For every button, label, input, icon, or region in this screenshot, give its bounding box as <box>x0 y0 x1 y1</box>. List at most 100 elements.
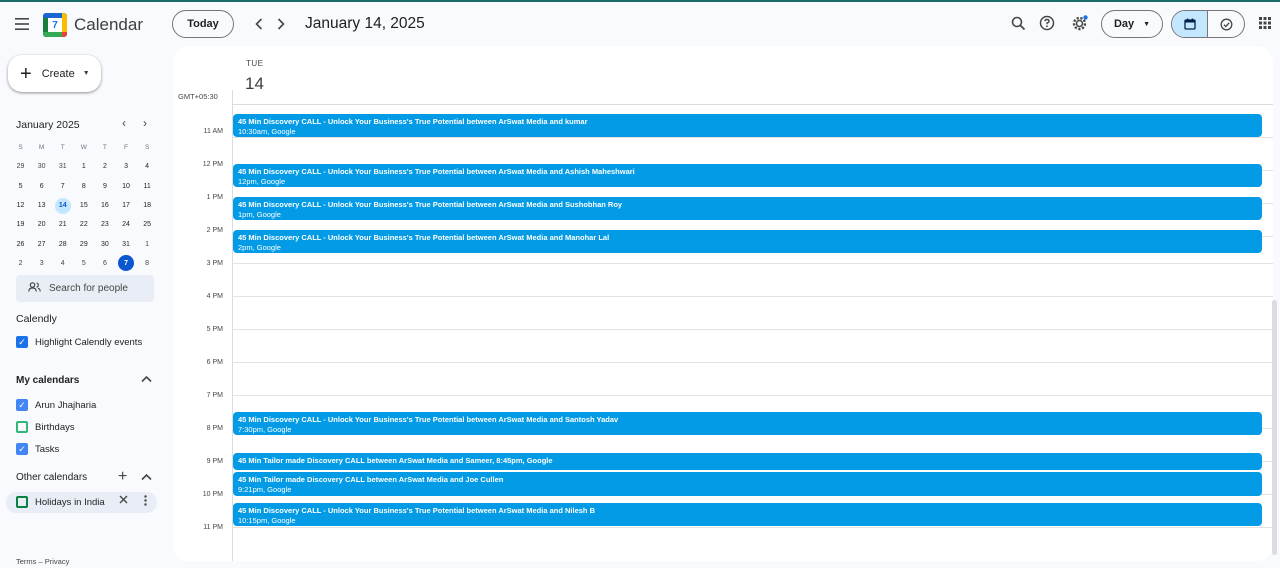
calendar-event[interactable]: 45 Min Discovery CALL - Unlock Your Busi… <box>233 503 1262 526</box>
hour-label: 11 AM <box>203 128 223 135</box>
calendar-view-icon[interactable] <box>1172 11 1209 37</box>
view-label: Day <box>1113 18 1135 30</box>
calendar-item[interactable]: Holidays in India <box>16 496 105 508</box>
calendly-highlight-toggle[interactable]: ✓ Highlight Calendly events <box>16 336 142 348</box>
day-number[interactable]: 14 <box>245 74 264 94</box>
mini-day[interactable]: 3 <box>115 159 136 175</box>
chevron-up-icon[interactable] <box>141 374 152 386</box>
chevron-right-icon[interactable] <box>272 12 290 36</box>
mini-day[interactable]: 1 <box>137 236 158 252</box>
mini-day[interactable]: 15 <box>73 198 94 214</box>
other-calendars-title[interactable]: Other calendars <box>16 472 87 483</box>
mini-day[interactable]: 16 <box>94 198 115 214</box>
settings-icon[interactable] <box>1068 12 1090 34</box>
hour-gridline <box>232 395 1273 396</box>
search-icon[interactable] <box>1007 12 1029 34</box>
mini-day[interactable]: 30 <box>31 159 52 175</box>
mini-day[interactable]: 23 <box>94 217 115 233</box>
more-vert-icon[interactable] <box>144 495 147 509</box>
mini-day[interactable]: 21 <box>52 217 73 233</box>
mini-day[interactable]: 29 <box>10 159 31 175</box>
mini-day[interactable]: 2 <box>94 159 115 175</box>
mini-day[interactable]: 3 <box>31 255 52 271</box>
mini-day[interactable]: 2 <box>10 255 31 271</box>
mini-day[interactable]: 19 <box>10 217 31 233</box>
mini-day[interactable]: 20 <box>31 217 52 233</box>
calendar-event[interactable]: 45 Min Discovery CALL - Unlock Your Busi… <box>233 230 1262 253</box>
search-people-input[interactable]: Search for people <box>16 275 154 302</box>
plus-icon: + <box>20 62 32 85</box>
calendar-item[interactable]: ✓ Tasks <box>16 443 59 455</box>
mini-day[interactable]: 4 <box>52 255 73 271</box>
mini-day[interactable]: 13 <box>31 198 52 214</box>
mini-day[interactable]: 27 <box>31 236 52 252</box>
mini-day[interactable]: 25 <box>137 217 158 233</box>
mini-day[interactable]: 31 <box>115 236 136 252</box>
mini-next-icon[interactable]: › <box>143 116 147 130</box>
mini-day[interactable]: 5 <box>10 178 31 194</box>
mini-day[interactable]: 1 <box>73 159 94 175</box>
mini-day[interactable]: 12 <box>10 198 31 214</box>
calendar-item[interactable]: Birthdays <box>16 421 75 433</box>
mini-day[interactable]: 22 <box>73 217 94 233</box>
footer-links[interactable]: Terms – Privacy <box>16 557 69 566</box>
mini-day[interactable]: 30 <box>94 236 115 252</box>
calendar-event[interactable]: 45 Min Discovery CALL - Unlock Your Busi… <box>233 197 1262 220</box>
calendar-event[interactable]: 45 Min Tailor made Discovery CALL betwee… <box>233 453 1262 470</box>
event-time: 9:21pm, Google <box>238 485 292 494</box>
calendly-highlight-label: Highlight Calendly events <box>35 336 143 348</box>
help-icon[interactable] <box>1036 12 1058 34</box>
mini-day[interactable]: 28 <box>52 236 73 252</box>
mini-day[interactable]: 7 <box>52 178 73 194</box>
mini-day[interactable]: 8 <box>137 255 158 271</box>
mini-calendar-week: 2 3 4 5 6 7 8 <box>10 254 158 273</box>
chevron-up-icon[interactable] <box>141 472 152 484</box>
mini-day[interactable]: 29 <box>73 236 94 252</box>
calendar-event[interactable]: 45 Min Discovery CALL - Unlock Your Busi… <box>233 114 1262 137</box>
close-icon[interactable] <box>119 495 128 507</box>
mini-day[interactable]: 6 <box>94 255 115 271</box>
mini-day[interactable]: 10 <box>115 178 136 194</box>
mini-day[interactable]: 4 <box>137 159 158 175</box>
mini-day[interactable]: 5 <box>73 255 94 271</box>
event-time: 2pm, Google <box>238 243 281 252</box>
mini-day[interactable]: 11 <box>137 178 158 194</box>
my-calendars-title[interactable]: My calendars <box>16 375 79 386</box>
create-button[interactable]: + Create ▼ <box>8 55 101 92</box>
event-time: 10:15pm, Google <box>238 516 296 525</box>
calendar-event[interactable]: 45 Min Discovery CALL - Unlock Your Busi… <box>233 412 1262 435</box>
hour-label: 7 PM <box>206 392 223 399</box>
scrollbar[interactable] <box>1272 300 1277 555</box>
weekday-label: T <box>60 144 65 152</box>
hour-label: 8 PM <box>206 425 223 432</box>
mini-day-selected[interactable]: 14 <box>54 197 71 214</box>
today-button[interactable]: Today <box>172 10 234 38</box>
people-icon <box>28 282 41 295</box>
mini-prev-icon[interactable]: ‹ <box>122 116 126 130</box>
calendar-logo-icon[interactable]: 7 <box>43 13 67 37</box>
event-time: 1pm, Google <box>238 210 281 219</box>
apps-grid-icon[interactable] <box>1254 12 1276 34</box>
header-divider <box>232 104 1273 105</box>
mini-day[interactable]: 31 <box>52 159 73 175</box>
mini-day-today[interactable]: 7 <box>118 255 135 272</box>
view-switcher[interactable]: Day ▼ <box>1101 10 1163 38</box>
plus-icon[interactable]: + <box>118 468 127 486</box>
mini-day[interactable]: 26 <box>10 236 31 252</box>
chevron-left-icon[interactable] <box>250 12 268 36</box>
day-view: TUE 14 GMT+05:30 11 AM 12 PM 1 PM 2 PM 3… <box>173 46 1273 561</box>
mini-day[interactable]: 18 <box>137 198 158 214</box>
current-date-title: January 14, 2025 <box>305 15 425 32</box>
event-title: 45 Min Discovery CALL - Unlock Your Busi… <box>238 167 635 176</box>
calendar-event[interactable]: 45 Min Discovery CALL - Unlock Your Busi… <box>233 164 1262 187</box>
mini-day[interactable]: 24 <box>115 217 136 233</box>
calendar-event[interactable]: 45 Min Tailor made Discovery CALL betwee… <box>233 472 1262 496</box>
tasks-view-icon[interactable] <box>1208 11 1244 37</box>
hour-gridline <box>232 137 1273 138</box>
mini-day[interactable]: 9 <box>94 178 115 194</box>
mini-day[interactable]: 6 <box>31 178 52 194</box>
calendar-item[interactable]: ✓ Arun Jhajharia <box>16 399 96 411</box>
menu-icon[interactable] <box>10 12 34 36</box>
mini-day[interactable]: 17 <box>115 198 136 214</box>
mini-day[interactable]: 8 <box>73 178 94 194</box>
